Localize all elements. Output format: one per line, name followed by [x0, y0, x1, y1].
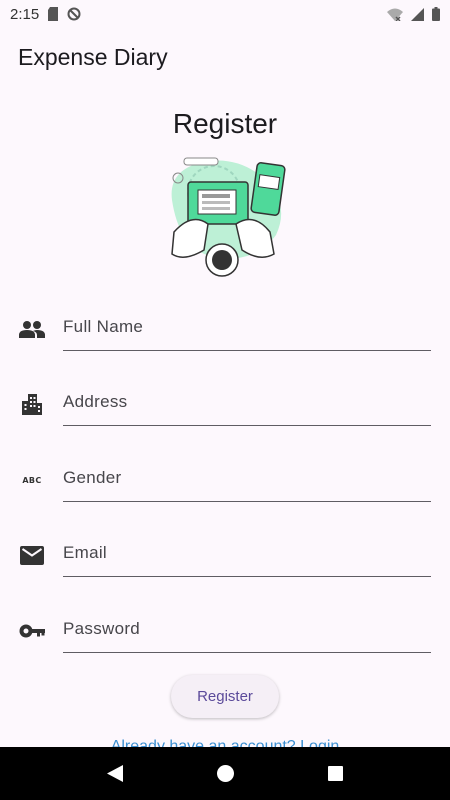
register-button[interactable]: Register [171, 675, 279, 718]
wifi-icon [387, 8, 403, 21]
status-time: 2:15 [10, 5, 40, 23]
mail-icon [19, 542, 45, 568]
email-input[interactable] [63, 530, 431, 577]
status-bar: 2:15 [0, 0, 450, 28]
building-icon [19, 391, 45, 417]
back-icon[interactable] [107, 765, 123, 782]
navigation-bar [0, 747, 450, 800]
people-icon [19, 316, 45, 342]
register-illustration [171, 157, 286, 277]
data-saver-icon [67, 7, 81, 21]
abc-icon-text: ABC [22, 475, 42, 485]
app-bar: Expense Diary [0, 28, 450, 86]
full-name-input[interactable] [63, 304, 431, 351]
address-input[interactable] [63, 379, 431, 426]
field-row-password [0, 606, 450, 682]
gender-input[interactable] [63, 455, 431, 502]
page-heading: Register [172, 108, 278, 139]
password-input[interactable] [63, 606, 431, 653]
app-title: Expense Diary [18, 43, 168, 70]
field-row-gender: ABC [0, 455, 450, 531]
signal-icon [411, 7, 424, 21]
recents-icon[interactable] [328, 766, 343, 781]
field-row-address [0, 379, 450, 455]
key-icon [19, 618, 45, 644]
field-row-full-name [0, 304, 450, 380]
battery-icon [432, 7, 440, 21]
abc-icon: ABC [19, 467, 45, 493]
sd-card-icon [48, 7, 59, 21]
field-row-email [0, 530, 450, 606]
home-icon[interactable] [217, 765, 234, 782]
